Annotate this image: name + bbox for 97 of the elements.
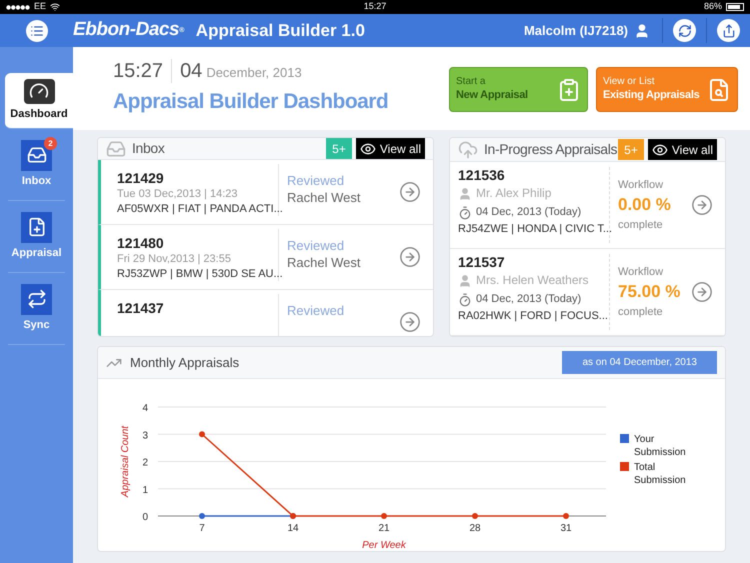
appraisal-row[interactable]: 121537 Mrs. Helen Weathers 04 Dec, 2013 (Today) RA02HWK | FORD | FOCUS... Workflow 75.00 % complete bbox=[450, 249, 725, 336]
user-name: Malcolm (IJ7218) bbox=[524, 22, 628, 40]
as-on-date-label: as on 04 December, 2013 bbox=[562, 351, 717, 374]
refresh-icon bbox=[678, 24, 692, 38]
document-plus-icon bbox=[26, 217, 46, 238]
status-text: Reviewed bbox=[287, 302, 346, 319]
battery-icon bbox=[726, 3, 744, 11]
sync-icon bbox=[26, 289, 46, 310]
y-tick-label: 2 bbox=[142, 458, 148, 468]
appraisal-id: 121429 bbox=[117, 170, 165, 187]
vehicle-text: RA02HWK | FORD | FOCUS... bbox=[458, 309, 609, 324]
reviewer-name: Rachel West bbox=[287, 254, 362, 271]
appraisal-id: 121480 bbox=[117, 235, 165, 252]
signal-icon bbox=[6, 4, 30, 10]
arrow-right-icon[interactable] bbox=[691, 281, 713, 303]
share-icon bbox=[722, 24, 736, 38]
customer-name: Mr. Alex Philip bbox=[476, 185, 552, 202]
clock-text: 15:27 bbox=[364, 0, 386, 14]
data-point bbox=[199, 513, 205, 519]
month-year-text: December, 2013 bbox=[206, 64, 302, 82]
eye-icon bbox=[652, 142, 668, 158]
panel-title: Inbox bbox=[132, 139, 164, 158]
complete-label: complete bbox=[618, 305, 664, 320]
status-text: Reviewed bbox=[287, 237, 346, 254]
notification-badge: 2 bbox=[44, 137, 57, 150]
date-text: 04 Dec, 2013 (Today) bbox=[476, 292, 582, 307]
appraisal-id: 121536 bbox=[458, 167, 506, 184]
workflow-percent: 75.00 % bbox=[618, 281, 682, 303]
arrow-right-icon[interactable] bbox=[399, 311, 421, 333]
wifi-icon bbox=[50, 2, 60, 12]
cloud-upload-icon bbox=[458, 140, 478, 160]
inbox-row[interactable]: 121429 Tue 03 Dec,2013 | 14:23 AF05WXR | FIAT | PANDA ACTI... Reviewed Rachel West bbox=[98, 160, 433, 225]
x-tick-label: 14 bbox=[287, 523, 299, 534]
x-tick-label: 7 bbox=[199, 523, 205, 534]
arrow-right-icon[interactable] bbox=[399, 181, 421, 203]
status-text: Reviewed bbox=[287, 172, 346, 189]
day-text: 04 bbox=[179, 59, 202, 83]
data-point bbox=[472, 513, 478, 519]
refresh-button[interactable] bbox=[673, 19, 696, 42]
share-button[interactable] bbox=[717, 19, 740, 42]
eye-icon bbox=[360, 140, 376, 156]
person-icon bbox=[458, 274, 472, 288]
x-axis-title: Per Week bbox=[362, 540, 406, 551]
person-icon bbox=[458, 186, 472, 200]
vehicle-text: RJ54ZWE | HONDA | CIVIC T... bbox=[458, 222, 609, 237]
view-all-button[interactable]: View all bbox=[648, 139, 717, 160]
y-tick-label: 1 bbox=[142, 484, 148, 496]
complete-label: complete bbox=[618, 218, 664, 233]
arrow-right-icon[interactable] bbox=[399, 246, 421, 268]
x-tick-label: 28 bbox=[469, 523, 481, 534]
panel-title: Monthly Appraisals bbox=[130, 354, 240, 372]
workflow-percent: 0.00 % bbox=[618, 194, 672, 216]
count-badge: 5+ bbox=[326, 138, 352, 159]
stopwatch-icon bbox=[458, 206, 472, 220]
appraisal-id: 121537 bbox=[458, 254, 506, 271]
workflow-label: Workflow bbox=[618, 178, 664, 192]
y-tick-label: 3 bbox=[142, 430, 148, 442]
appraisal-row[interactable]: 121536 Mr. Alex Philip 04 Dec, 2013 (Today) RJ54ZWE | HONDA | CIVIC T... Workflow 0.00 % complete bbox=[450, 162, 725, 249]
sidebar-item[interactable]: Inbox 2 bbox=[8, 129, 65, 201]
data-point bbox=[381, 513, 387, 519]
document-search-icon bbox=[707, 78, 731, 102]
inbox-row[interactable]: 121480 Fri 29 Nov,2013 | 23:55 RJ53ZWP | BMW | 530D SE AU... Reviewed Rachel West bbox=[98, 225, 433, 290]
reviewer-name: Rachel West bbox=[287, 189, 362, 206]
page-title: Appraisal Builder Dashboard bbox=[113, 89, 388, 115]
time-text: 15:27 bbox=[113, 59, 172, 83]
app-title: Appraisal Builder 1.0 bbox=[196, 20, 365, 42]
arrow-right-icon[interactable] bbox=[691, 194, 713, 216]
y-tick-label: 4 bbox=[142, 403, 148, 414]
inbox-tray-icon bbox=[106, 138, 126, 158]
date-text: Tue 03 Dec,2013 | 14:23 bbox=[117, 187, 238, 202]
panel-title: In-Progress Appraisals bbox=[484, 140, 618, 159]
data-point bbox=[199, 431, 205, 438]
x-tick-label: 31 bbox=[560, 523, 572, 534]
legend-label: Total Submission bbox=[634, 462, 686, 486]
sidebar-item[interactable]: Dashboard bbox=[5, 73, 73, 129]
brand-logo: Ebbon-Dacs$^{®}$ bbox=[73, 18, 184, 42]
date-text: Fri 29 Nov,2013 | 23:55 bbox=[117, 252, 232, 267]
data-point bbox=[563, 513, 569, 519]
menu-button[interactable] bbox=[26, 20, 48, 42]
stopwatch-icon bbox=[458, 292, 472, 306]
person-icon bbox=[634, 22, 650, 38]
x-tick-label: 21 bbox=[378, 523, 390, 534]
view-all-button[interactable]: View all bbox=[356, 138, 425, 159]
appraisal-id: 121437 bbox=[117, 300, 165, 317]
battery-percent: 86% bbox=[704, 0, 722, 14]
customer-name: Mrs. Helen Weathers bbox=[476, 272, 588, 289]
date-text: 04 Dec, 2013 (Today) bbox=[476, 205, 582, 220]
clipboard-plus-icon bbox=[557, 78, 581, 102]
legend-label: Your Submission bbox=[634, 434, 686, 458]
count-badge: 5+ bbox=[618, 139, 644, 160]
inbox-tray-icon bbox=[26, 145, 46, 166]
y-tick-label: 0 bbox=[142, 512, 148, 523]
menu-icon bbox=[30, 24, 44, 38]
carrier-name: EE bbox=[34, 0, 46, 14]
action-button[interactable]: Start a New Appraisal bbox=[449, 67, 588, 112]
y-axis-title: Appraisal Count bbox=[120, 426, 131, 498]
workflow-label: Workflow bbox=[618, 264, 664, 280]
